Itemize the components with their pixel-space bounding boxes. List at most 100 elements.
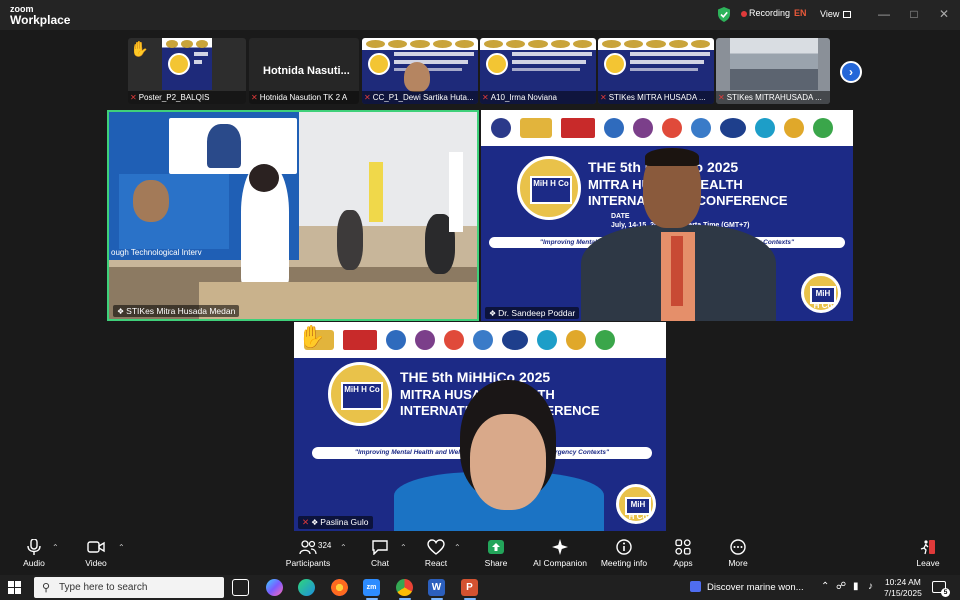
- task-view-icon[interactable]: [232, 579, 249, 596]
- participant-name: ✕ STIKes MITRAHUSADA ...: [716, 91, 830, 104]
- grid-view-icon: [843, 11, 852, 18]
- notification-count: 5: [941, 588, 950, 597]
- muted-mic-icon: ✕: [482, 93, 489, 102]
- conference-seal-small: [801, 273, 841, 313]
- recording-dot-icon: [741, 11, 747, 17]
- participants-options-caret-icon[interactable]: ⌃: [340, 543, 347, 552]
- flag: [449, 152, 463, 232]
- pin-icon: ❖: [311, 518, 319, 527]
- video-tile-bottom[interactable]: THE 5th MiHHiCo 2025 MITRA HUSADA HEALTH…: [294, 322, 666, 531]
- search-icon: ⚲: [42, 582, 51, 594]
- share-label: Share: [484, 558, 508, 568]
- windows-taskbar: ⚲ Type here to search zm W P Discover ma…: [0, 575, 960, 600]
- chrome-icon[interactable]: [396, 579, 413, 596]
- news-widget[interactable]: Discover marine won...: [690, 581, 804, 593]
- participant-name: ✕ Hotnida Nasution TK 2 A: [249, 91, 359, 104]
- tray-chevron-icon[interactable]: ⌃: [821, 581, 829, 592]
- apps-label: Apps: [673, 558, 693, 568]
- apps-button[interactable]: Apps: [653, 539, 713, 568]
- audio-label: Audio: [23, 558, 45, 568]
- strip-tile[interactable]: ✕ STIKes MITRA HUSADA ...: [598, 38, 714, 104]
- video-tile-speaker[interactable]: THE 5th MiHHiCo 2025 MITRA HUSADA HEALTH…: [481, 110, 853, 321]
- banner-title-1: THE 5th MiHHiCo 2025: [400, 369, 551, 385]
- view-button[interactable]: View: [814, 4, 857, 24]
- leave-door-icon: [920, 540, 935, 555]
- participants-icon: [299, 540, 317, 555]
- leave-button[interactable]: Leave: [898, 539, 958, 568]
- clock-date: 7/15/2025: [884, 588, 922, 598]
- microphone-icon: [27, 539, 41, 555]
- video-options-caret-icon[interactable]: ⌃: [118, 543, 125, 552]
- room-video-thumb: [730, 38, 818, 90]
- share-button[interactable]: Share: [466, 539, 526, 568]
- participant-name: ❖ STIKes Mitra Husada Medan: [113, 305, 240, 317]
- recording-label[interactable]: Recording: [749, 8, 790, 18]
- security-shield-icon[interactable]: [717, 7, 731, 22]
- conference-seal-small: [616, 484, 656, 524]
- powerpoint-icon[interactable]: P: [461, 579, 478, 596]
- ai-companion-button[interactable]: AI Companion: [530, 539, 590, 568]
- chat-icon: [372, 540, 388, 555]
- stage-table: [199, 282, 477, 319]
- widget-icon: [690, 581, 701, 592]
- raised-hand-icon: ✋: [130, 41, 149, 58]
- banner-date-label: DATE: [611, 213, 630, 220]
- strip-tile[interactable]: ✕ STIKes MITRAHUSADA ...: [716, 38, 830, 104]
- pin-icon: ❖: [489, 309, 497, 318]
- raised-hand-icon: ✋: [298, 324, 326, 349]
- taskbar-search-box[interactable]: ⚲ Type here to search: [34, 577, 224, 598]
- close-icon[interactable]: ✕: [936, 6, 952, 22]
- video-camera-icon: [87, 541, 105, 553]
- news-headline: Discover marine won...: [707, 582, 804, 593]
- firefox-icon[interactable]: [331, 579, 348, 596]
- muted-mic-icon: ✕: [302, 517, 310, 527]
- clock-time: 10:24 AM: [884, 577, 921, 587]
- muted-mic-icon: ✕: [364, 93, 371, 102]
- zoom-window: zoom Workplace Recording EN View — □ ✕ ✋…: [0, 0, 960, 575]
- strip-tile[interactable]: ✕ CC_P1_Dewi Sartika Huta...: [362, 38, 478, 104]
- sponsor-logos: [481, 110, 853, 146]
- more-button[interactable]: More: [708, 539, 768, 568]
- next-page-button[interactable]: ›: [840, 61, 862, 83]
- participants-count: 324: [318, 541, 332, 550]
- strip-tile[interactable]: ✋ ✕ Poster_P2_BALQIS: [128, 38, 246, 104]
- windows-start-icon[interactable]: [8, 581, 21, 594]
- word-icon[interactable]: W: [428, 579, 445, 596]
- meeting-info-button[interactable]: Meeting info: [594, 539, 654, 568]
- video-tile-room[interactable]: ough Technological Interv ❖ STIKes Mitra …: [107, 110, 479, 321]
- search-placeholder: Type here to search: [59, 582, 148, 593]
- pin-icon: ❖: [117, 307, 125, 316]
- apps-icon: [675, 539, 691, 555]
- strip-tile[interactable]: ✕ A10_Irma Noviana: [480, 38, 596, 104]
- strip-tile[interactable]: Hotnida Nasuti... ✕ Hotnida Nasution TK 2…: [249, 38, 359, 104]
- ai-companion-label: AI Companion: [533, 558, 587, 568]
- participant-name: ✕ A10_Irma Noviana: [480, 91, 596, 104]
- leave-label: Leave: [916, 558, 940, 568]
- brand-large: Workplace: [10, 13, 71, 27]
- battery-icon[interactable]: ▮: [853, 581, 859, 592]
- muted-mic-icon: ✕: [718, 93, 725, 102]
- heart-icon: [427, 539, 445, 555]
- minimize-icon[interactable]: —: [876, 6, 892, 22]
- conference-seal: [517, 156, 581, 220]
- zoom-app-icon[interactable]: zm: [363, 579, 380, 596]
- chat-label: Chat: [371, 558, 389, 568]
- muted-mic-icon: ✕: [600, 93, 607, 102]
- share-screen-icon: [488, 540, 504, 554]
- video-button[interactable]: Video: [66, 539, 126, 568]
- language-indicator[interactable]: EN: [794, 8, 807, 18]
- copilot-icon[interactable]: [266, 579, 283, 596]
- more-dots-icon: [730, 539, 746, 555]
- video-label: Video: [85, 558, 107, 568]
- taskbar-clock[interactable]: 10:24 AM 7/15/2025: [884, 577, 922, 599]
- edge-browser-icon[interactable]: [298, 579, 315, 596]
- network-icon[interactable]: ☍: [836, 581, 846, 592]
- participant-name: ✕ Poster_P2_BALQIS: [128, 91, 246, 104]
- participant-name: ✕ CC_P1_Dewi Sartika Huta...: [362, 91, 478, 104]
- audio-options-caret-icon[interactable]: ⌃: [52, 543, 59, 552]
- participant-video: [404, 62, 430, 92]
- restore-icon[interactable]: □: [906, 6, 922, 22]
- volume-icon[interactable]: ♪: [868, 581, 873, 592]
- participant-name: ✕ STIKes MITRA HUSADA ...: [598, 91, 714, 104]
- react-options-caret-icon[interactable]: ⌃: [454, 543, 461, 552]
